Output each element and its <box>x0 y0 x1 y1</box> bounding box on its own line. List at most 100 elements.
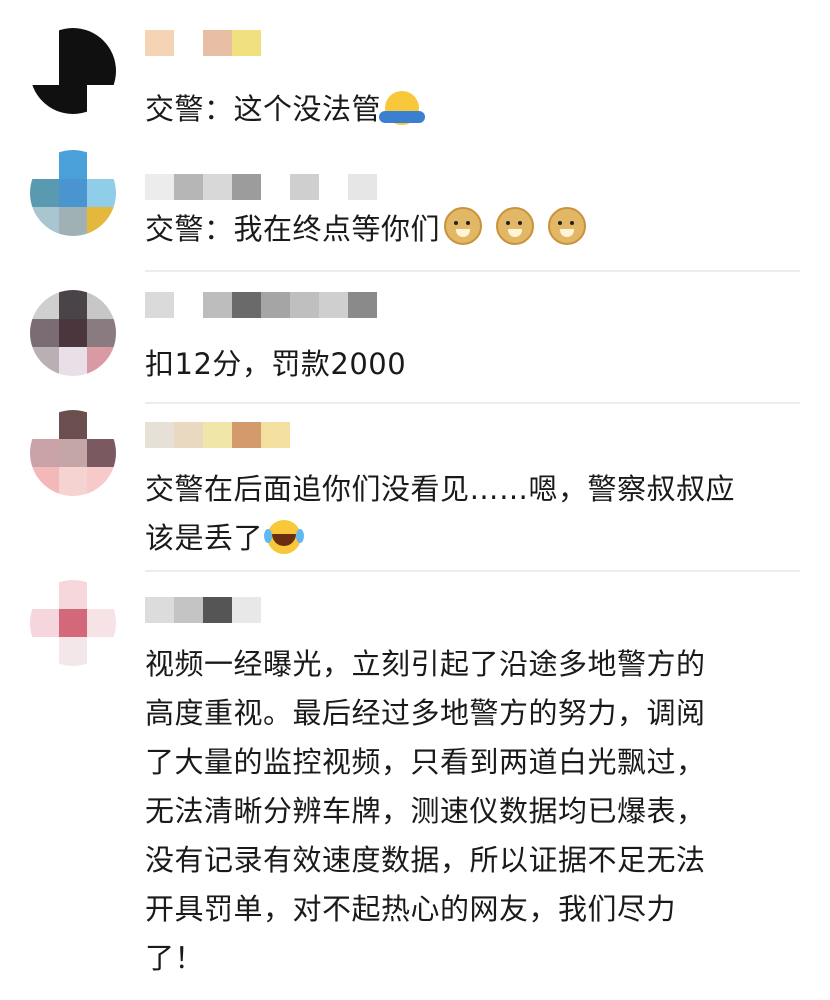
avatar-mosaic-cell <box>87 347 116 376</box>
avatar-mosaic-cell <box>30 467 59 496</box>
username-mosaic-block <box>174 30 203 56</box>
avatar-mosaic-cell <box>58 467 88 496</box>
avatar-mosaic-cell <box>30 207 59 236</box>
username-mosaic-block <box>232 174 261 200</box>
avatar-mosaic-cell <box>30 178 59 208</box>
comment-text-line: 了！ <box>145 941 205 975</box>
comment-text: 扣12分，罚款2000 <box>145 340 790 389</box>
avatar-mosaic-cell <box>87 637 116 666</box>
username-blurred[interactable] <box>145 28 261 58</box>
username-mosaic-block <box>145 292 174 318</box>
username-mosaic-block <box>319 292 348 318</box>
username-mosaic-block <box>232 292 261 318</box>
username-blurred[interactable] <box>145 595 290 625</box>
avatar-mosaic-cell <box>30 28 59 57</box>
username-mosaic-block <box>145 422 174 448</box>
username-mosaic-block <box>319 174 348 200</box>
comment-text-content: 该是丢了 <box>145 521 264 555</box>
comment-text-line: 无法清晰分辨车牌，测速仪数据均已爆表， <box>145 794 706 828</box>
username-mosaic-block <box>232 597 261 623</box>
username-mosaic-block <box>203 597 232 623</box>
avatar-mosaic-cell <box>58 608 88 638</box>
avatar[interactable] <box>30 410 116 496</box>
username-mosaic-block <box>290 292 319 318</box>
shrug-emoji-icon <box>379 91 426 125</box>
avatar-mosaic-cell <box>30 608 59 638</box>
avatar-mosaic-cell <box>30 580 59 609</box>
avatar-mosaic-cell <box>87 178 116 208</box>
divider <box>145 402 800 404</box>
comment-text-line: 高度重视。最后经过多地警方的努力，调阅 <box>145 696 706 730</box>
comment-text-content: 交警：我在终点等你们 <box>145 212 441 246</box>
doge-emoji-icon <box>444 207 483 245</box>
username-mosaic-block <box>145 597 174 623</box>
avatar-mosaic-cell <box>58 178 88 208</box>
username-mosaic-block <box>261 292 290 318</box>
avatar-mosaic-cell <box>58 438 88 468</box>
username-mosaic-block <box>290 174 319 200</box>
username-blurred[interactable] <box>145 172 377 202</box>
username-mosaic-block <box>261 422 290 448</box>
username-mosaic-block <box>174 422 203 448</box>
comment-text-content: 交警：这个没法管 <box>145 92 382 126</box>
username-mosaic-block <box>232 30 261 56</box>
avatar[interactable] <box>30 150 116 236</box>
laughing-emoji-icon <box>264 520 302 554</box>
username-mosaic-block <box>174 292 203 318</box>
avatar-mosaic-cell <box>30 150 59 179</box>
avatar-mosaic-cell <box>87 290 116 319</box>
avatar-mosaic-cell <box>87 410 116 439</box>
comment-text: 交警：我在终点等你们 <box>145 205 790 254</box>
username-blurred[interactable] <box>145 290 377 320</box>
avatar-mosaic-cell <box>87 580 116 609</box>
comment-text: 交警在后面追你们没看见……嗯，警察叔叔应 该是丢了 <box>145 465 790 563</box>
comment-text-line: 了大量的监控视频，只看到两道白光飘过， <box>145 745 706 779</box>
comment-text-line: 交警在后面追你们没看见……嗯，警察叔叔应 <box>145 472 736 506</box>
username-mosaic-block <box>203 30 232 56</box>
divider <box>145 270 800 272</box>
comment-text-line: 没有记录有效速度数据，所以证据不足无法 <box>145 843 706 877</box>
avatar[interactable] <box>30 290 116 376</box>
comment-text: 交警：这个没法管 <box>145 85 790 134</box>
avatar-mosaic-cell <box>30 637 59 666</box>
avatar-mosaic-cell <box>58 150 88 179</box>
username-mosaic-block <box>145 30 174 56</box>
avatar-mosaic-cell <box>87 207 116 236</box>
comment-text-line: 开具罚单，对不起热心的网友，我们尽力 <box>145 892 677 926</box>
avatar-mosaic-cell <box>58 207 88 236</box>
avatar-mosaic-cell <box>87 150 116 179</box>
avatar-mosaic-cell <box>30 56 59 86</box>
avatar-mosaic-cell <box>87 467 116 496</box>
username-mosaic-block <box>174 597 203 623</box>
avatar-mosaic-cell <box>87 608 116 638</box>
avatar-mosaic-cell <box>58 28 88 57</box>
username-mosaic-block <box>203 174 232 200</box>
avatar-mosaic-cell <box>87 85 116 114</box>
avatar-mosaic-cell <box>58 318 88 348</box>
avatar-mosaic-cell <box>30 438 59 468</box>
avatar-mosaic-cell <box>58 85 88 114</box>
avatar[interactable] <box>30 580 116 666</box>
avatar-mosaic-cell <box>30 318 59 348</box>
avatar-mosaic-cell <box>87 438 116 468</box>
username-mosaic-block <box>348 174 377 200</box>
avatar-mosaic-cell <box>58 56 88 86</box>
avatar[interactable] <box>30 28 116 114</box>
avatar-mosaic-cell <box>58 637 88 666</box>
username-blurred[interactable] <box>145 420 290 450</box>
username-mosaic-block <box>145 174 174 200</box>
username-mosaic-block <box>261 174 290 200</box>
username-mosaic-block <box>261 597 290 623</box>
avatar-mosaic-cell <box>30 347 59 376</box>
divider <box>145 570 800 572</box>
avatar-mosaic-cell <box>30 410 59 439</box>
avatar-mosaic-cell <box>58 580 88 609</box>
comment-text: 视频一经曝光，立刻引起了沿途多地警方的 高度重视。最后经过多地警方的努力，调阅 了大… <box>145 640 790 983</box>
avatar-mosaic-cell <box>87 28 116 57</box>
avatar-mosaic-cell <box>58 410 88 439</box>
avatar-mosaic-cell <box>58 290 88 319</box>
avatar-mosaic-cell <box>30 85 59 114</box>
doge-emoji-icon <box>496 207 535 245</box>
doge-emoji-icon <box>548 207 587 245</box>
avatar-mosaic-cell <box>30 290 59 319</box>
